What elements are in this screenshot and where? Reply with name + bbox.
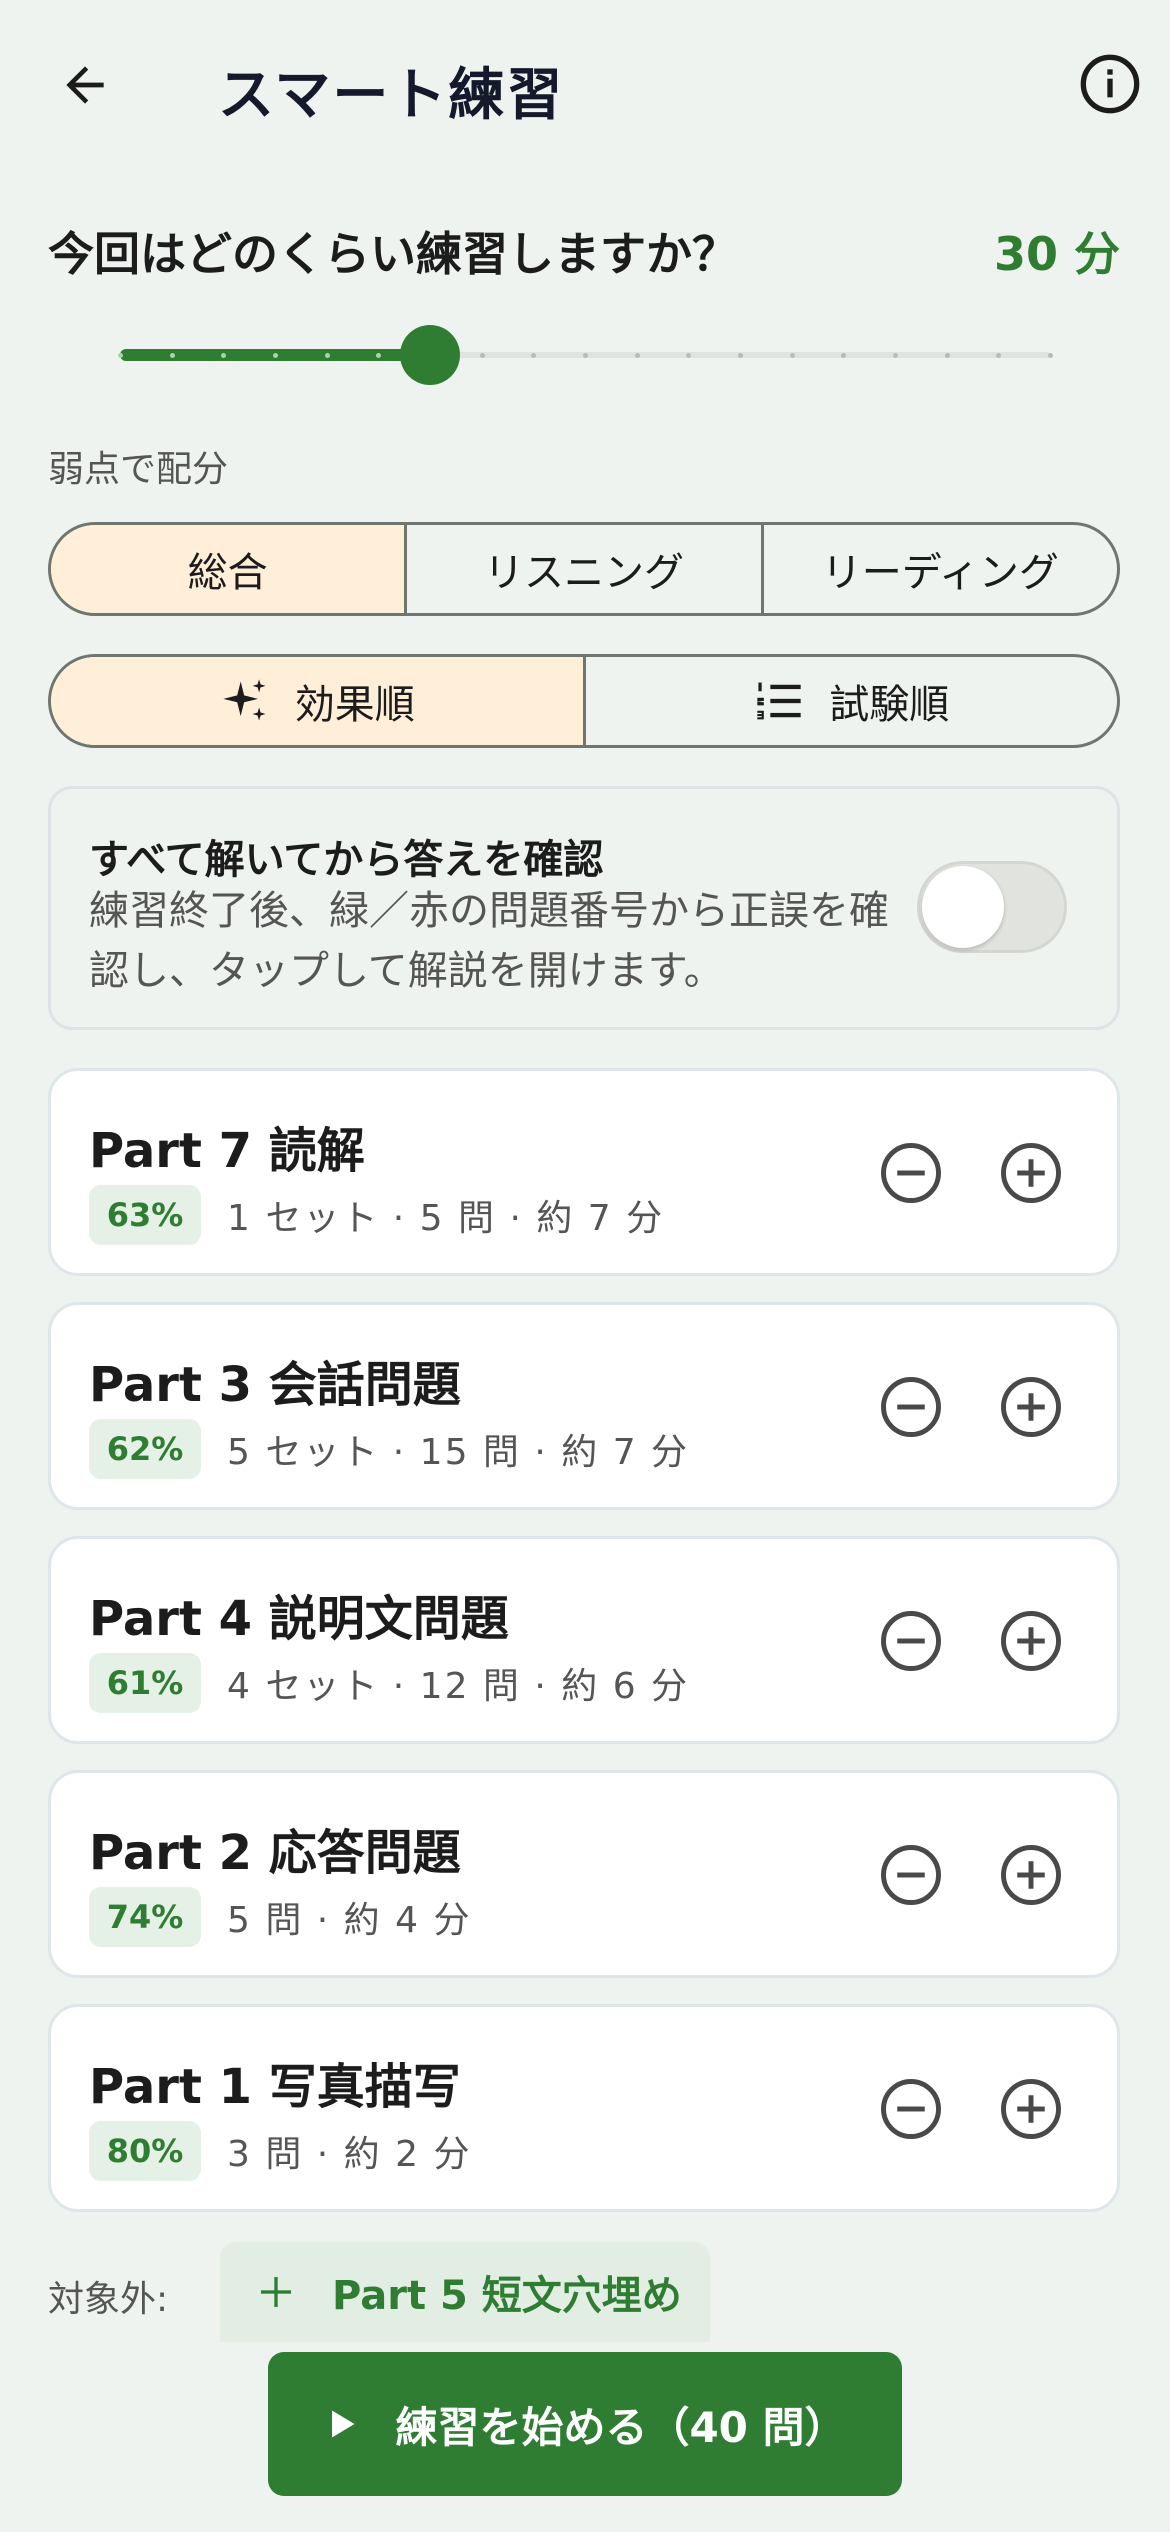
slider-handle[interactable] — [400, 325, 460, 385]
plus-circle-icon — [1001, 2079, 1061, 2139]
part-meta: 4 セット · 12 問 · 約 6 分 — [227, 1666, 690, 1707]
accuracy-badge: 61% — [89, 1653, 201, 1713]
increase-button[interactable] — [991, 1835, 1071, 1915]
segment-reading[interactable]: リーディング — [764, 525, 1117, 613]
segment-exam-order[interactable]: 試験順 — [586, 657, 1118, 745]
part-card-part2: Part 2 応答問題 74% 5 問 · 約 4 分 — [48, 1770, 1120, 1978]
plus-circle-icon — [1001, 1845, 1061, 1905]
slider-tick — [221, 353, 227, 358]
part-card-part7: Part 7 読解 63% 1 セット · 5 問 · 約 7 分 — [48, 1068, 1120, 1276]
chip-label: Part 5 短文穴埋め — [332, 2273, 682, 2319]
slider-tick — [996, 353, 1002, 358]
slider-tick — [686, 353, 692, 358]
segment-effect-order[interactable]: 効果順 — [51, 657, 586, 745]
part-meta: 5 問 · 約 4 分 — [227, 1900, 472, 1941]
minus-circle-icon — [881, 1143, 941, 1203]
slider-tick — [376, 353, 382, 358]
part-title: Part 1 写真描写 — [89, 2059, 461, 2115]
part-meta: 3 問 · 約 2 分 — [227, 2134, 472, 2175]
slider-tick — [893, 353, 898, 358]
decrease-button[interactable] — [871, 1601, 951, 1681]
minus-circle-icon — [881, 1845, 941, 1905]
increase-button[interactable] — [991, 2069, 1071, 2149]
page-title: スマート練習 — [218, 63, 565, 128]
minus-circle-icon — [881, 1611, 941, 1671]
part-title: Part 2 応答問題 — [89, 1825, 461, 1881]
slider-tick — [841, 353, 847, 358]
increase-button[interactable] — [991, 1367, 1071, 1447]
duration-slider[interactable] — [118, 320, 1053, 390]
plus-circle-icon — [1001, 1377, 1061, 1437]
accuracy-badge: 80% — [89, 2121, 201, 2181]
slider-tick — [324, 353, 330, 358]
segment-label: 試験順 — [829, 682, 950, 728]
toggle-thumb — [922, 866, 1004, 948]
plus-circle-icon — [1001, 1143, 1061, 1203]
allocation-label: 弱点で配分 — [48, 449, 229, 490]
part-card-part3: Part 3 会話問題 62% 5 セット · 15 問 · 約 7 分 — [48, 1302, 1120, 1510]
review-toggle-switch[interactable] — [917, 861, 1067, 953]
review-toggle-title: すべて解いてから答えを確認 — [89, 837, 604, 883]
add-part5-chip[interactable]: Part 5 短文穴埋め — [220, 2242, 710, 2342]
numbered-list-icon — [753, 675, 805, 727]
slider-tick — [273, 353, 278, 358]
accuracy-badge: 62% — [89, 1419, 201, 1479]
part-card-part1: Part 1 写真描写 80% 3 問 · 約 2 分 — [48, 2004, 1120, 2212]
allocation-segmented-control: 総合 リスニング リーディング — [48, 522, 1120, 616]
excluded-label: 対象外: — [48, 2279, 169, 2320]
part-meta: 5 セット · 15 問 · 約 7 分 — [227, 1432, 690, 1473]
decrease-button[interactable] — [871, 1367, 951, 1447]
increase-button[interactable] — [991, 1133, 1071, 1213]
part-card-part4: Part 4 説明文問題 61% 4 セット · 12 問 · 約 6 分 — [48, 1536, 1120, 1744]
slider-tick — [583, 353, 588, 358]
minus-circle-icon — [881, 2079, 941, 2139]
duration-value: 30 分 — [993, 227, 1120, 281]
segment-label: リーディング — [821, 550, 1059, 596]
segment-label: リスニング — [483, 550, 684, 596]
order-segmented-control: 効果順 試験順 — [48, 654, 1120, 748]
info-icon — [1080, 54, 1140, 114]
segment-label: 総合 — [187, 550, 268, 596]
part-title: Part 3 会話問題 — [89, 1357, 461, 1413]
decrease-button[interactable] — [871, 1133, 951, 1213]
duration-question: 今回はどのくらい練習しますか？ — [48, 227, 738, 281]
plus-circle-icon — [1001, 1611, 1061, 1671]
slider-tick — [531, 353, 537, 358]
decrease-button[interactable] — [871, 1835, 951, 1915]
slider-tick — [118, 353, 123, 358]
part-title: Part 7 読解 — [89, 1123, 365, 1179]
plus-icon — [256, 2272, 296, 2312]
sparkle-icon — [219, 675, 271, 727]
start-button-label: 練習を始める（40 問） — [395, 2402, 847, 2452]
back-button[interactable] — [40, 40, 130, 130]
segment-overall[interactable]: 総合 — [51, 525, 408, 613]
part-meta: 1 セット · 5 問 · 約 7 分 — [227, 1198, 665, 1239]
segment-listening[interactable]: リスニング — [407, 525, 764, 613]
info-button[interactable] — [1070, 44, 1150, 124]
slider-tick — [169, 353, 175, 358]
start-practice-button[interactable]: 練習を始める（40 問） — [268, 2352, 902, 2496]
slider-tick — [634, 353, 640, 358]
slider-tick — [738, 353, 743, 358]
accuracy-badge: 74% — [89, 1887, 201, 1947]
arrow-left-icon — [66, 66, 104, 104]
review-after-all-card: すべて解いてから答えを確認 練習終了後、緑／赤の問題番号から正誤を確認し、タップ… — [48, 786, 1120, 1030]
slider-tick — [1048, 353, 1053, 358]
slider-tick — [479, 353, 485, 358]
decrease-button[interactable] — [871, 2069, 951, 2149]
segment-label: 効果順 — [294, 682, 415, 728]
increase-button[interactable] — [991, 1601, 1071, 1681]
minus-circle-icon — [881, 1377, 941, 1437]
part-title: Part 4 説明文問題 — [89, 1591, 509, 1647]
play-icon — [323, 2406, 359, 2442]
slider-tick — [944, 353, 950, 358]
slider-tick — [789, 353, 795, 358]
review-toggle-description: 練習終了後、緑／赤の問題番号から正誤を確認し、タップして解説を開けます。 — [89, 888, 889, 994]
accuracy-badge: 63% — [89, 1185, 201, 1245]
